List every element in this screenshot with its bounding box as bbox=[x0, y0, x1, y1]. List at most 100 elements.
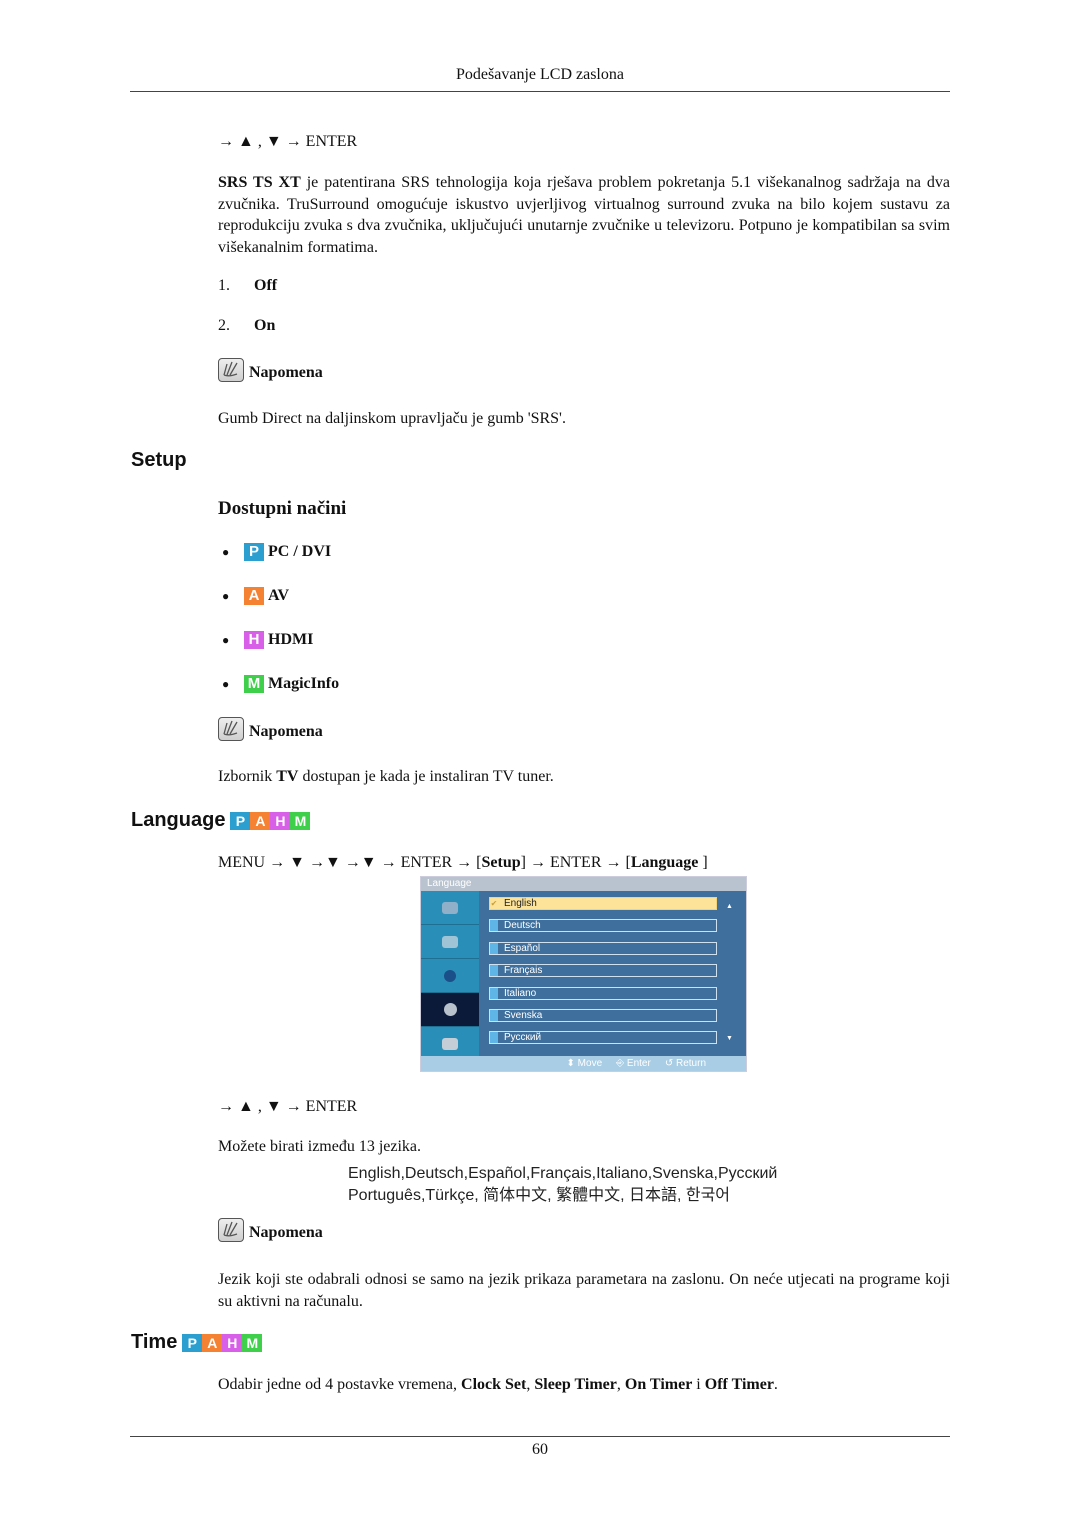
osd-item-label: Français bbox=[504, 965, 543, 977]
language-nav-select: → ▲ , ▼ → ENTER bbox=[218, 1098, 358, 1115]
srs-term: SRS TS XT bbox=[218, 174, 301, 191]
time-description: Odabir jedne od 4 postavke vremena, Cloc… bbox=[218, 1376, 778, 1394]
option-label: Off bbox=[254, 277, 278, 294]
hint-label: Return bbox=[675, 1058, 706, 1069]
hint-label: Move bbox=[577, 1058, 603, 1069]
mode-label: PC / DVI bbox=[268, 543, 332, 560]
term-sleep-timer: Sleep Timer bbox=[534, 1376, 617, 1393]
text-part: i bbox=[692, 1376, 705, 1393]
mode-badges: PAHM bbox=[230, 811, 311, 830]
text-part: , bbox=[616, 1376, 625, 1393]
mode-badges: PAHM bbox=[182, 1333, 263, 1352]
language-note-text: Jezik koji ste odabrali odnosi se samo n… bbox=[218, 1271, 950, 1310]
note-label: Napomena bbox=[249, 723, 323, 740]
note-label: Napomena bbox=[249, 364, 323, 381]
mode-p-icon: P bbox=[182, 1333, 203, 1352]
mode-item-av: ● A AV bbox=[222, 587, 289, 605]
srs-description: SRS TS XT je patentirana SRS tehnologija… bbox=[218, 172, 950, 258]
return-icon: ↺ bbox=[664, 1058, 676, 1069]
language-count-text: Možete birati između 13 jezika. bbox=[218, 1138, 422, 1155]
page-number: 60 bbox=[532, 1441, 548, 1458]
mode-label: HDMI bbox=[268, 631, 314, 648]
osd-language-list: ✔ English Deutsch Español Français Italia… bbox=[489, 897, 717, 1054]
note-text: Gumb Direct na daljinskom upravljaču je … bbox=[218, 410, 566, 427]
srs-nav-path: → ▲ , ▼ → ENTER bbox=[218, 133, 358, 150]
option-on: 2. On bbox=[218, 317, 275, 335]
note-heading: Napomena bbox=[218, 717, 323, 741]
nav-part: ] bbox=[698, 854, 708, 871]
osd-language-menu: Language ✔ English Deutsch Español França… bbox=[420, 876, 747, 1072]
term-off-timer: Off Timer bbox=[704, 1376, 774, 1393]
mode-item-magicinfo: ● M MagicInfo bbox=[222, 675, 339, 693]
note-pencil-icon bbox=[218, 1218, 244, 1242]
mode-m-icon: M bbox=[244, 675, 264, 693]
mode-h-icon: H bbox=[270, 811, 291, 830]
updown-icon: ⬍ bbox=[566, 1058, 578, 1069]
osd-tab-setup bbox=[421, 993, 479, 1027]
enter-icon: ⎆ bbox=[616, 1058, 627, 1069]
mode-m-icon: M bbox=[290, 811, 311, 830]
mode-h-icon: H bbox=[244, 631, 264, 649]
note-heading: Napomena bbox=[218, 358, 323, 382]
note-text: Izbornik TV dostupan je kada je instalir… bbox=[218, 768, 554, 786]
osd-item-espanol: Español bbox=[489, 941, 717, 955]
mode-item-hdmi: ● H HDMI bbox=[222, 631, 313, 649]
nav-part: ] → ENTER → [ bbox=[520, 854, 631, 871]
osd-tab-sound bbox=[421, 959, 479, 993]
sound-icon bbox=[444, 969, 456, 982]
mode-p-icon: P bbox=[230, 811, 251, 830]
mode-m-icon: M bbox=[242, 1333, 263, 1352]
option-label: On bbox=[254, 317, 276, 334]
item-marker bbox=[490, 920, 498, 932]
osd-item-label: Español bbox=[504, 942, 541, 954]
osd-enter-hint: ⎆ Enter bbox=[616, 1058, 651, 1069]
osd-item-label: Svenska bbox=[504, 1009, 543, 1021]
item-marker bbox=[490, 987, 498, 999]
osd-item-label: Русский bbox=[504, 1032, 542, 1044]
supported-languages-line-2: Português,Türkçe, 简体中文, 繁體中文, 日本語, 한국어 bbox=[348, 1187, 731, 1204]
note-heading: Napomena bbox=[218, 1218, 323, 1242]
osd-item-english: ✔ English bbox=[489, 897, 717, 910]
osd-item-deutsch: Deutsch bbox=[489, 919, 717, 933]
footer-rule bbox=[130, 1436, 950, 1437]
scroll-down-icon: ▼ bbox=[726, 1034, 733, 1042]
osd-sidebar bbox=[421, 891, 479, 1061]
osd-item-russian: Русский bbox=[489, 1031, 717, 1045]
mode-item-pc: ● P PC / DVI bbox=[222, 543, 331, 561]
hint-label: Enter bbox=[626, 1058, 651, 1069]
note-pencil-icon bbox=[218, 358, 244, 382]
osd-item-svenska: Svenska bbox=[489, 1008, 717, 1022]
language-nav-path: MENU → ▼ →▼ →▼ → ENTER → [Setup] → ENTER… bbox=[218, 854, 708, 872]
text-part: Odabir jedne od 4 postavke vremena, bbox=[218, 1376, 462, 1393]
srs-text: je patentirana SRS tehnologija koja rješ… bbox=[218, 174, 951, 256]
note-text-bold: TV bbox=[276, 768, 299, 785]
mode-a-icon: A bbox=[250, 811, 271, 830]
osd-tab-picture bbox=[421, 925, 479, 959]
mode-h-icon: H bbox=[222, 1333, 243, 1352]
mode-label: MagicInfo bbox=[268, 675, 340, 692]
osd-title: Language bbox=[421, 877, 746, 891]
bullet-icon: ● bbox=[222, 676, 230, 691]
section-heading-language: Language PAHM bbox=[131, 809, 311, 832]
check-icon: ✔ bbox=[490, 899, 498, 908]
term-clock-set: Clock Set bbox=[461, 1376, 527, 1393]
osd-item-label: Italiano bbox=[504, 987, 537, 999]
note-pencil-icon bbox=[218, 717, 244, 741]
monitor-icon bbox=[442, 1037, 458, 1050]
text-part: . bbox=[773, 1376, 778, 1393]
mode-a-icon: A bbox=[202, 1333, 223, 1352]
option-number: 2. bbox=[218, 317, 230, 334]
picture-icon bbox=[442, 935, 458, 948]
note-text-part: Izbornik bbox=[218, 768, 277, 785]
header-rule bbox=[130, 91, 950, 92]
input-icon bbox=[442, 901, 458, 914]
bullet-icon: ● bbox=[222, 588, 230, 603]
section-heading-time: Time PAHM bbox=[131, 1331, 263, 1354]
heading-text: Language bbox=[131, 809, 226, 831]
osd-item-francais: Français bbox=[489, 964, 717, 978]
bullet-icon: ● bbox=[222, 632, 230, 647]
osd-item-label: English bbox=[504, 898, 537, 909]
scroll-up-icon: ▲ bbox=[726, 902, 733, 910]
item-marker bbox=[490, 942, 498, 954]
nav-bold: Setup bbox=[481, 854, 521, 871]
